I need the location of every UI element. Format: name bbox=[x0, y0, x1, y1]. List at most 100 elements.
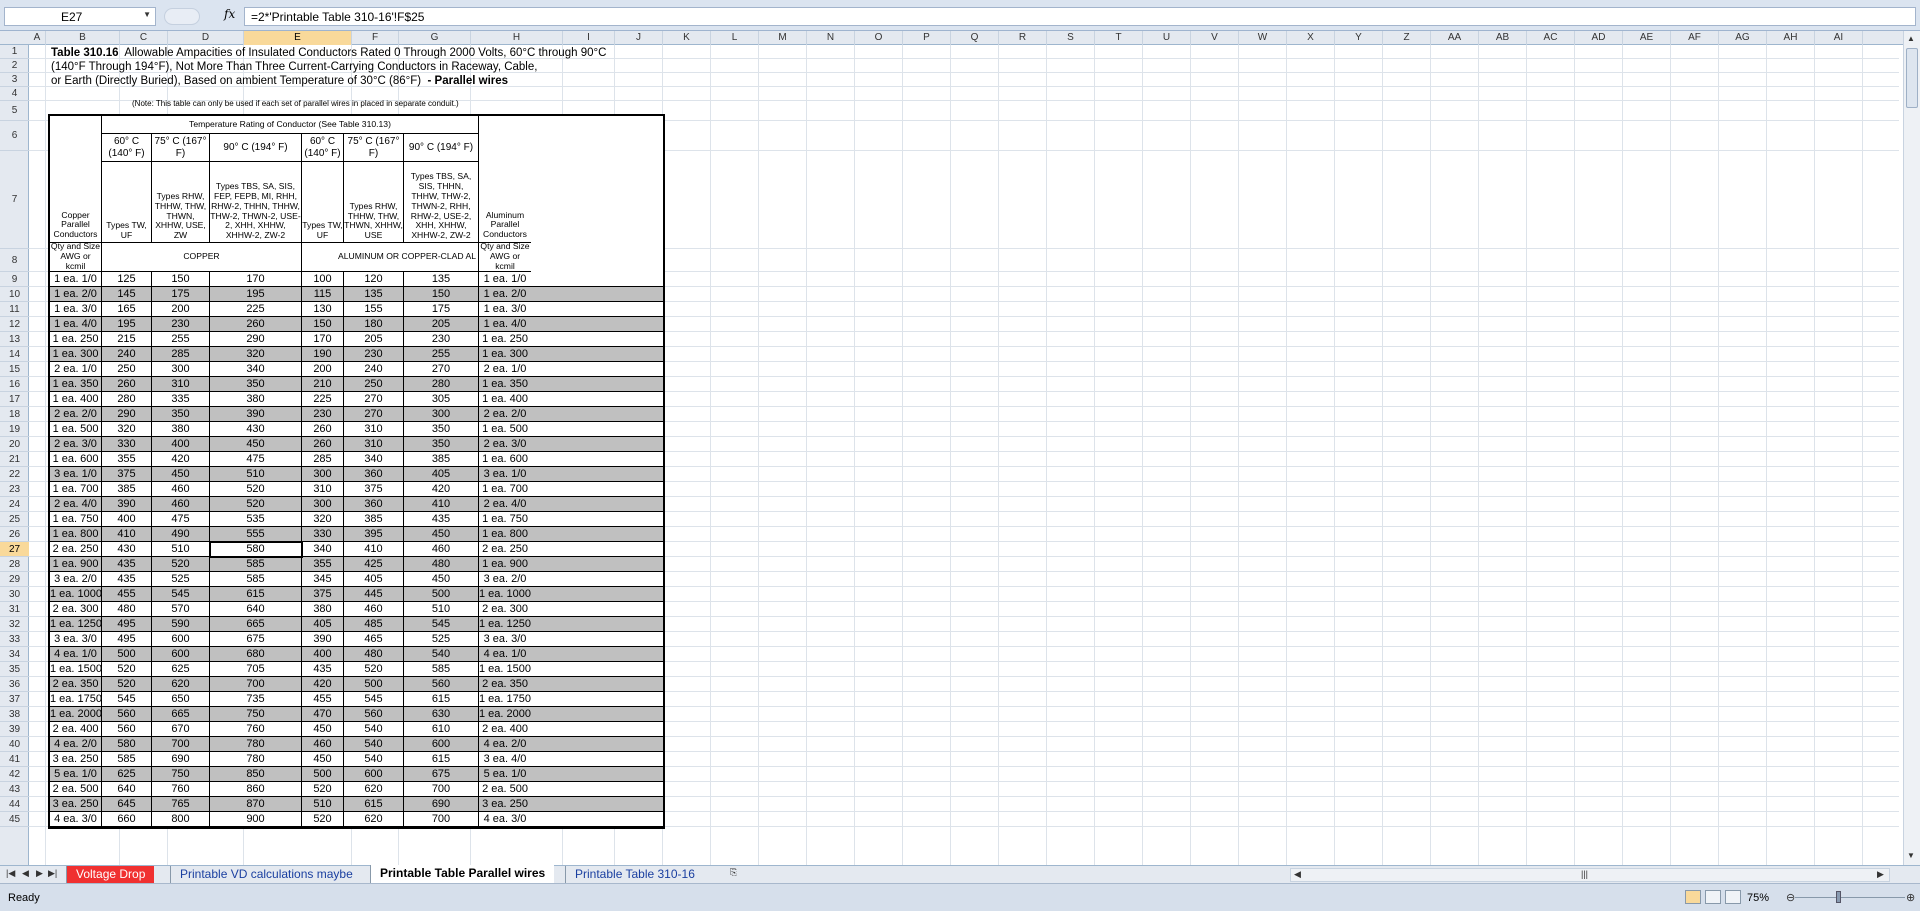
row-header-28[interactable]: 28 bbox=[0, 557, 29, 572]
scroll-up-icon[interactable]: ▲ bbox=[1907, 34, 1915, 43]
row-header-8[interactable]: 8 bbox=[0, 249, 29, 272]
horizontal-scroll-thumb[interactable]: ||| bbox=[1581, 869, 1588, 879]
scroll-left-icon[interactable]: ◀ bbox=[1294, 869, 1301, 880]
column-header-m[interactable]: M bbox=[759, 31, 807, 45]
prev-sheet-icon[interactable]: ◀ bbox=[22, 868, 29, 879]
row-header-29[interactable]: 29 bbox=[0, 572, 29, 587]
row-header-40[interactable]: 40 bbox=[0, 737, 29, 752]
row-header-14[interactable]: 14 bbox=[0, 347, 29, 362]
row-header-44[interactable]: 44 bbox=[0, 797, 29, 812]
column-header-f[interactable]: F bbox=[352, 31, 399, 45]
row-header-21[interactable]: 21 bbox=[0, 452, 29, 467]
page-layout-view-icon[interactable] bbox=[1705, 890, 1721, 904]
row-header-41[interactable]: 41 bbox=[0, 752, 29, 767]
column-header-h[interactable]: H bbox=[471, 31, 563, 45]
insert-sheet-icon[interactable]: ⎘ bbox=[730, 867, 737, 878]
zoom-slider[interactable] bbox=[1795, 897, 1905, 898]
row-header-39[interactable]: 39 bbox=[0, 722, 29, 737]
tab-printable-table-310-16[interactable]: Printable Table 310-16 bbox=[565, 866, 704, 883]
zoom-in-icon[interactable]: ⊕ bbox=[1906, 891, 1915, 904]
normal-view-icon[interactable] bbox=[1685, 890, 1701, 904]
column-header-ae[interactable]: AE bbox=[1623, 31, 1671, 45]
column-header-aa[interactable]: AA bbox=[1431, 31, 1479, 45]
row-header-22[interactable]: 22 bbox=[0, 467, 29, 482]
column-header-c[interactable]: C bbox=[120, 31, 168, 45]
column-header-s[interactable]: S bbox=[1047, 31, 1095, 45]
zoom-level[interactable]: 75% bbox=[1747, 892, 1769, 904]
scroll-right-icon[interactable]: ▶ bbox=[1877, 869, 1884, 880]
row-header-9[interactable]: 9 bbox=[0, 272, 29, 287]
row-header-43[interactable]: 43 bbox=[0, 782, 29, 797]
row-header-18[interactable]: 18 bbox=[0, 407, 29, 422]
column-header-j[interactable]: J bbox=[615, 31, 663, 45]
tab-voltage-drop[interactable]: Voltage Drop bbox=[66, 866, 155, 883]
column-header-w[interactable]: W bbox=[1239, 31, 1287, 45]
column-header-ah[interactable]: AH bbox=[1767, 31, 1815, 45]
column-header-v[interactable]: V bbox=[1191, 31, 1239, 45]
row-header-23[interactable]: 23 bbox=[0, 482, 29, 497]
column-header-p[interactable]: P bbox=[903, 31, 951, 45]
row-header-2[interactable]: 2 bbox=[0, 59, 29, 73]
row-header-34[interactable]: 34 bbox=[0, 647, 29, 662]
column-header-n[interactable]: N bbox=[807, 31, 855, 45]
column-header-t[interactable]: T bbox=[1095, 31, 1143, 45]
first-sheet-icon[interactable]: |◀ bbox=[6, 868, 15, 879]
row-header-35[interactable]: 35 bbox=[0, 662, 29, 677]
row-header-1[interactable]: 1 bbox=[0, 45, 29, 59]
row-header-16[interactable]: 16 bbox=[0, 377, 29, 392]
row-header-4[interactable]: 4 bbox=[0, 87, 29, 101]
row-header-27[interactable]: 27 bbox=[0, 542, 29, 557]
column-header-a[interactable]: A bbox=[29, 31, 46, 45]
row-header-38[interactable]: 38 bbox=[0, 707, 29, 722]
row-header-17[interactable]: 17 bbox=[0, 392, 29, 407]
column-header-x[interactable]: X bbox=[1287, 31, 1335, 45]
column-header-ai[interactable]: AI bbox=[1815, 31, 1863, 45]
row-header-11[interactable]: 11 bbox=[0, 302, 29, 317]
column-header-ac[interactable]: AC bbox=[1527, 31, 1575, 45]
column-header-z[interactable]: Z bbox=[1383, 31, 1431, 45]
row-header-26[interactable]: 26 bbox=[0, 527, 29, 542]
row-header-3[interactable]: 3 bbox=[0, 73, 29, 87]
row-header-36[interactable]: 36 bbox=[0, 677, 29, 692]
row-header-5[interactable]: 5 bbox=[0, 101, 29, 121]
column-header-k[interactable]: K bbox=[663, 31, 711, 45]
column-header-e[interactable]: E bbox=[244, 31, 352, 45]
worksheet-grid[interactable]: Table 310.16 Allowable Ampacities of Ins… bbox=[29, 45, 1899, 865]
row-header-20[interactable]: 20 bbox=[0, 437, 29, 452]
name-box[interactable]: E27 ▼ bbox=[4, 7, 156, 26]
row-header-37[interactable]: 37 bbox=[0, 692, 29, 707]
column-header-ag[interactable]: AG bbox=[1719, 31, 1767, 45]
last-sheet-icon[interactable]: ▶| bbox=[48, 868, 57, 879]
row-header-24[interactable]: 24 bbox=[0, 497, 29, 512]
row-header-12[interactable]: 12 bbox=[0, 317, 29, 332]
formula-input[interactable]: =2*'Printable Table 310-16'!F$25 bbox=[244, 7, 1916, 26]
column-header-b[interactable]: B bbox=[46, 31, 120, 45]
column-header-q[interactable]: Q bbox=[951, 31, 999, 45]
tab-printable-vd-calculations[interactable]: Printable VD calculations maybe bbox=[170, 866, 362, 883]
row-header-31[interactable]: 31 bbox=[0, 602, 29, 617]
scroll-down-icon[interactable]: ▼ bbox=[1907, 851, 1915, 860]
column-header-y[interactable]: Y bbox=[1335, 31, 1383, 45]
column-header-r[interactable]: R bbox=[999, 31, 1047, 45]
row-header-7[interactable]: 7 bbox=[0, 151, 29, 249]
tab-printable-table-parallel-wires[interactable]: Printable Table Parallel wires bbox=[370, 865, 555, 884]
insert-function-icon[interactable]: fx bbox=[224, 7, 235, 21]
row-header-15[interactable]: 15 bbox=[0, 362, 29, 377]
zoom-out-icon[interactable]: ⊖ bbox=[1786, 891, 1795, 904]
vertical-scroll-thumb[interactable] bbox=[1906, 48, 1918, 108]
column-header-o[interactable]: O bbox=[855, 31, 903, 45]
horizontal-scrollbar[interactable]: ◀ ▶ ||| bbox=[1290, 868, 1890, 882]
row-header-19[interactable]: 19 bbox=[0, 422, 29, 437]
column-header-d[interactable]: D bbox=[168, 31, 244, 45]
column-header-af[interactable]: AF bbox=[1671, 31, 1719, 45]
column-header-g[interactable]: G bbox=[399, 31, 471, 45]
zoom-slider-knob[interactable] bbox=[1836, 891, 1841, 903]
column-header-ab[interactable]: AB bbox=[1479, 31, 1527, 45]
row-header-30[interactable]: 30 bbox=[0, 587, 29, 602]
row-header-6[interactable]: 6 bbox=[0, 121, 29, 151]
row-header-33[interactable]: 33 bbox=[0, 632, 29, 647]
row-header-45[interactable]: 45 bbox=[0, 812, 29, 827]
next-sheet-icon[interactable]: ▶ bbox=[36, 868, 43, 879]
column-header-l[interactable]: L bbox=[711, 31, 759, 45]
column-header-i[interactable]: I bbox=[563, 31, 615, 45]
